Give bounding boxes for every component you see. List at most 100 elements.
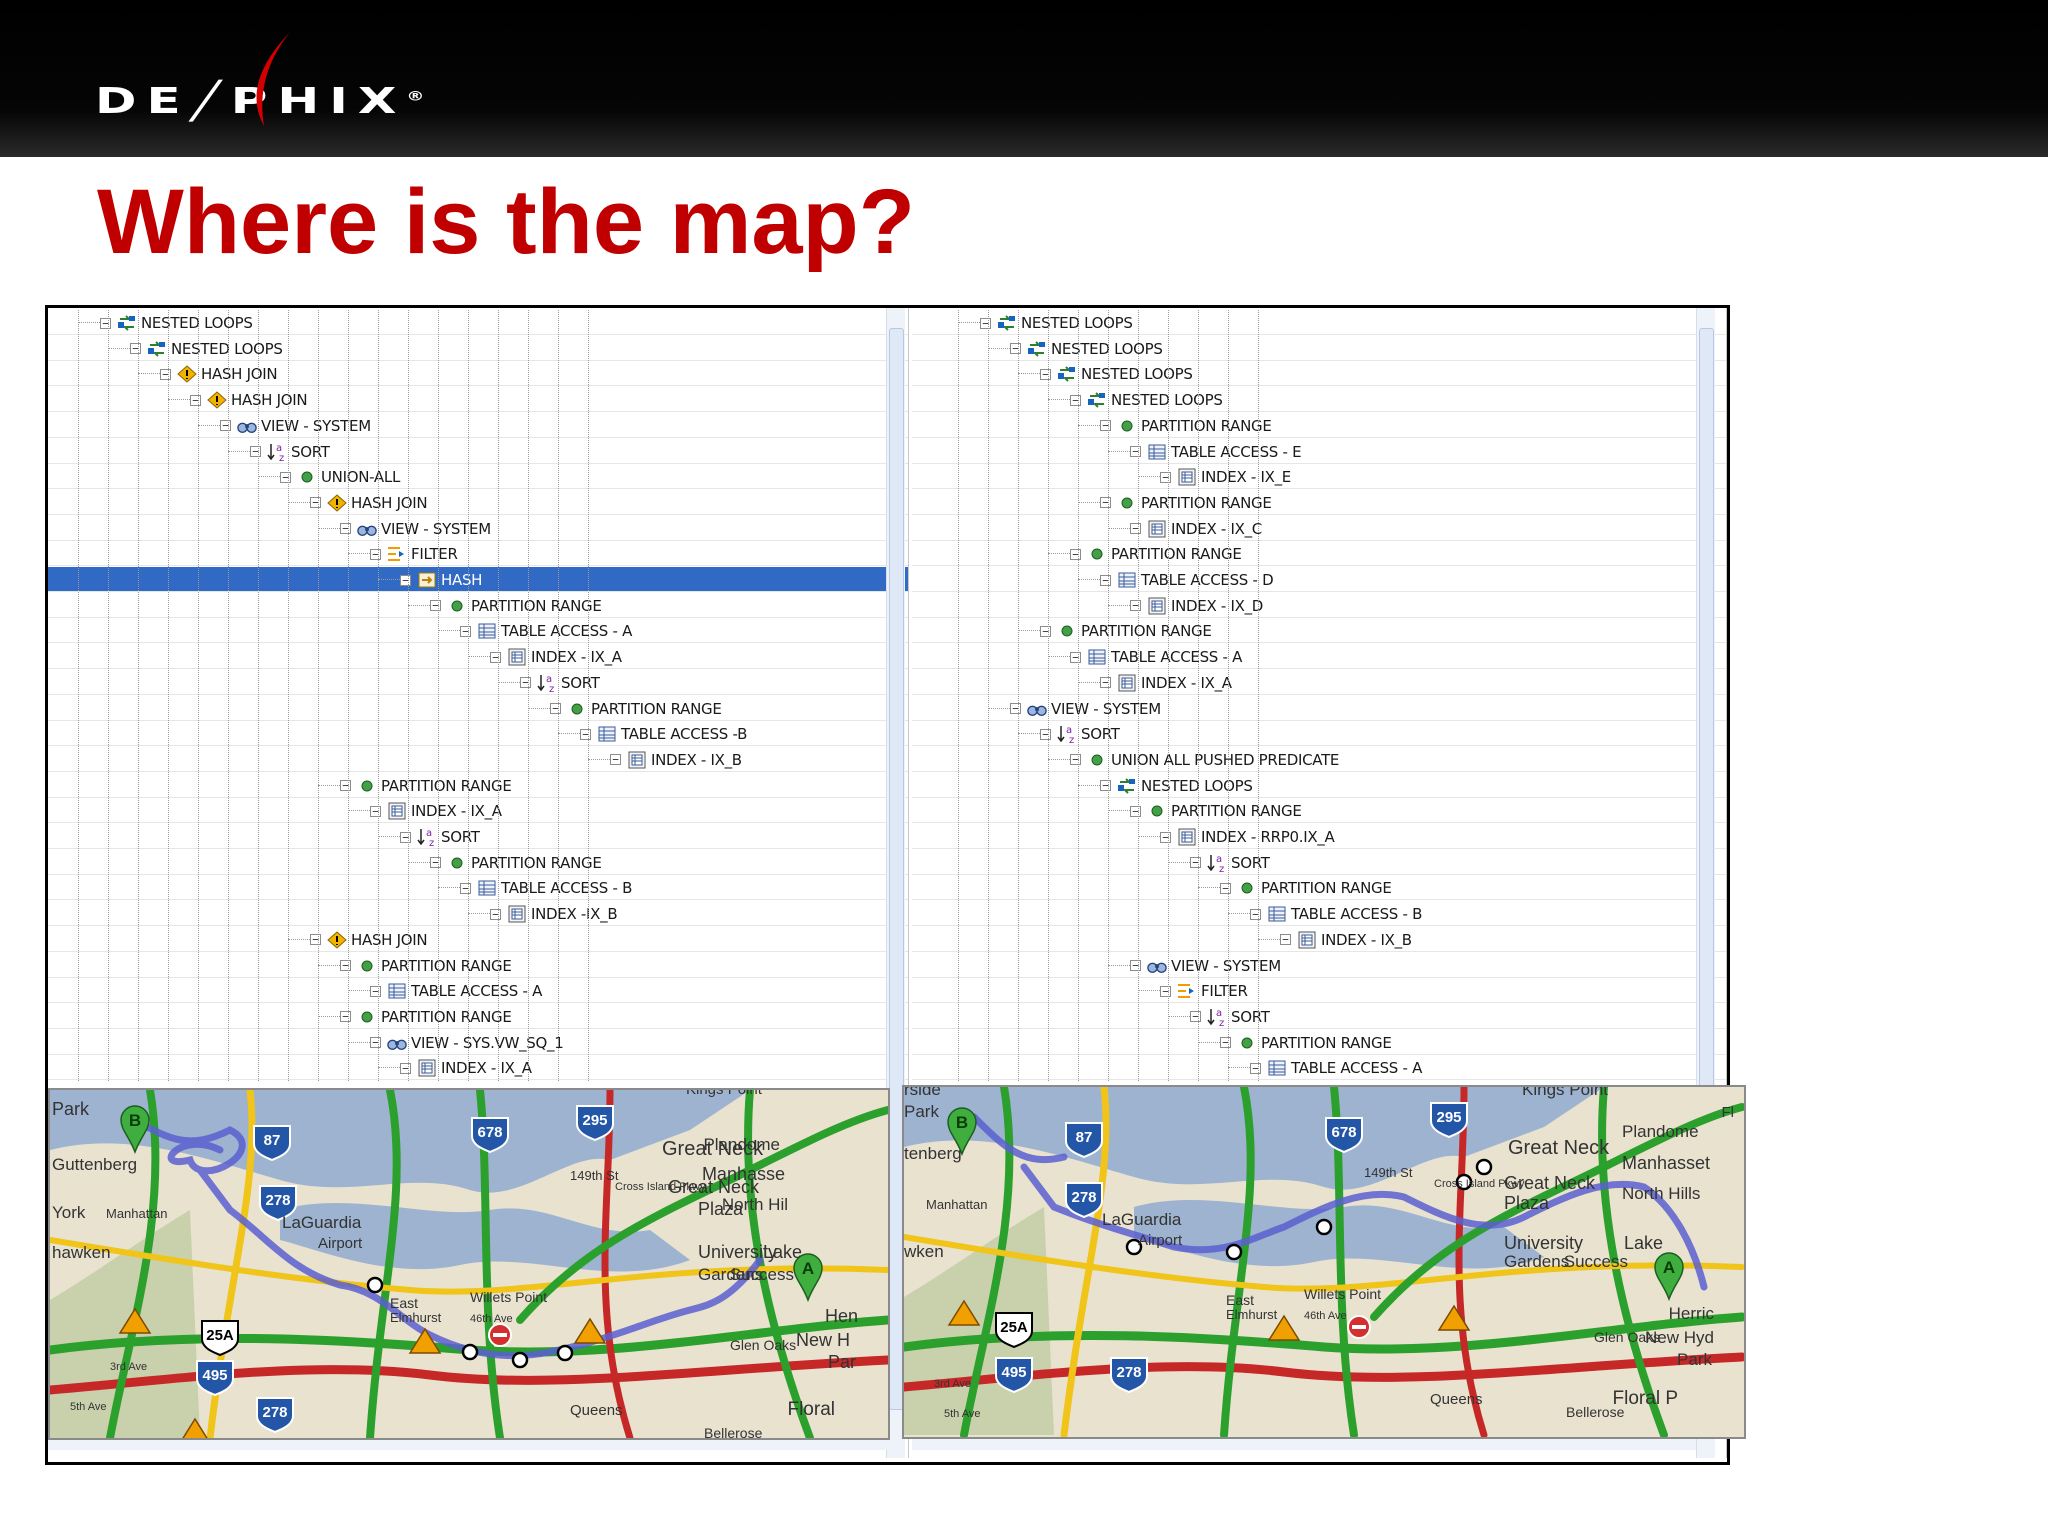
collapse-toggle-icon[interactable]: − [1040, 728, 1051, 740]
collapse-toggle-icon[interactable]: − [310, 497, 321, 509]
plan-row[interactable]: − TABLE ACCESS - A [912, 644, 1726, 670]
plan-row[interactable]: − HASH JOIN [48, 387, 908, 413]
collapse-toggle-icon[interactable]: − [1070, 754, 1081, 766]
plan-row[interactable]: − INDEX - IX_A [912, 670, 1726, 695]
plan-row[interactable]: − a z SORT [48, 439, 908, 464]
collapse-toggle-icon[interactable]: − [1250, 1062, 1261, 1074]
collapse-toggle-icon[interactable]: − [1190, 1011, 1201, 1023]
collapse-toggle-icon[interactable]: − [1040, 368, 1051, 380]
plan-row[interactable]: − NESTED LOOPS [912, 310, 1726, 335]
plan-row[interactable]: − INDEX - IX_C [912, 516, 1726, 541]
collapse-toggle-icon[interactable]: − [1160, 471, 1171, 483]
plan-node[interactable]: − VIEW - SYS.VW_SQ_1 [370, 1033, 564, 1053]
plan-node[interactable]: − PARTITION RANGE [1100, 493, 1272, 513]
collapse-toggle-icon[interactable]: − [340, 523, 351, 535]
plan-row[interactable]: − INDEX - RRP0.IX_A [912, 824, 1726, 849]
plan-node[interactable]: − INDEX - IX_B [610, 750, 742, 770]
plan-node[interactable]: − UNION-ALL [280, 467, 400, 487]
plan-row[interactable]: − INDEX - IX_B [912, 927, 1726, 952]
collapse-toggle-icon[interactable]: − [460, 625, 471, 637]
plan-node[interactable]: − PARTITION RANGE [550, 699, 722, 719]
plan-row[interactable]: − INDEX -IX_B [48, 901, 908, 927]
plan-node[interactable]: − INDEX - IX_A [370, 801, 502, 821]
plan-node[interactable]: − FILTER [370, 544, 458, 564]
collapse-toggle-icon[interactable]: − [1070, 394, 1081, 406]
plan-row[interactable]: − NESTED LOOPS [912, 336, 1726, 361]
plan-row[interactable]: − PARTITION RANGE [912, 541, 1726, 567]
plan-row[interactable]: − VIEW - SYSTEM [912, 696, 1726, 721]
plan-row[interactable]: − TABLE ACCESS - D [912, 567, 1726, 592]
plan-row[interactable]: − FILTER [48, 541, 908, 567]
collapse-toggle-icon[interactable]: − [310, 934, 321, 946]
collapse-toggle-icon[interactable]: − [1100, 497, 1111, 509]
collapse-toggle-icon[interactable]: − [1160, 985, 1171, 997]
plan-node[interactable]: − PARTITION RANGE [430, 596, 602, 616]
plan-row[interactable]: − HASH [48, 567, 908, 592]
plan-node[interactable]: − NESTED LOOPS [1040, 364, 1193, 384]
plan-row[interactable]: − TABLE ACCESS - B [48, 875, 908, 901]
collapse-toggle-icon[interactable]: − [1220, 1037, 1231, 1049]
plan-row[interactable]: − a z SORT [48, 670, 908, 695]
plan-node[interactable]: − NESTED LOOPS [980, 313, 1133, 333]
plan-node[interactable]: − PARTITION RANGE [1100, 416, 1272, 436]
plan-node[interactable]: − INDEX - IX_E [1160, 467, 1291, 487]
plan-node[interactable]: − INDEX - IX_A [490, 647, 622, 667]
plan-row[interactable]: − TABLE ACCESS - A [912, 1055, 1726, 1081]
collapse-toggle-icon[interactable]: − [340, 1011, 351, 1023]
plan-row[interactable]: − INDEX - IX_B [48, 747, 908, 772]
collapse-toggle-icon[interactable]: − [1130, 446, 1141, 457]
collapse-toggle-icon[interactable]: − [1130, 523, 1141, 535]
plan-node[interactable]: − HASH [400, 570, 482, 590]
plan-row[interactable]: − PARTITION RANGE [912, 798, 1726, 824]
plan-row[interactable]: − PARTITION RANGE [912, 413, 1726, 438]
collapse-toggle-icon[interactable]: − [1130, 805, 1141, 817]
plan-node[interactable]: − TABLE ACCESS -B [580, 724, 747, 744]
plan-row[interactable]: − VIEW - SYSTEM [48, 413, 908, 438]
plan-node[interactable]: − TABLE ACCESS - B [1250, 904, 1422, 924]
plan-row[interactable]: − HASH JOIN [48, 361, 908, 387]
collapse-toggle-icon[interactable]: − [1100, 420, 1111, 432]
collapse-toggle-icon[interactable]: − [1190, 857, 1201, 869]
plan-row[interactable]: − UNION-ALL [48, 464, 908, 490]
collapse-toggle-icon[interactable]: − [160, 368, 171, 380]
plan-row[interactable]: − HASH JOIN [48, 490, 908, 515]
plan-row[interactable]: − PARTITION RANGE [912, 1030, 1726, 1055]
collapse-toggle-icon[interactable]: − [490, 651, 501, 663]
plan-row[interactable]: − TABLE ACCESS - B [912, 901, 1726, 927]
plan-node[interactable]: − PARTITION RANGE [1070, 544, 1242, 564]
collapse-toggle-icon[interactable]: − [1070, 651, 1081, 663]
collapse-toggle-icon[interactable]: − [340, 780, 351, 792]
collapse-toggle-icon[interactable]: − [1130, 600, 1141, 612]
plan-node[interactable]: − PARTITION RANGE [1220, 878, 1392, 898]
collapse-toggle-icon[interactable]: − [130, 343, 141, 355]
collapse-toggle-icon[interactable]: − [1250, 908, 1261, 920]
collapse-toggle-icon[interactable]: − [370, 1037, 381, 1049]
plan-row[interactable]: − NESTED LOOPS [912, 773, 1726, 798]
plan-node[interactable]: − INDEX - IX_A [1100, 673, 1232, 693]
plan-row[interactable]: − a z SORT [48, 824, 908, 849]
plan-node[interactable]: − TABLE ACCESS - A [1250, 1058, 1422, 1078]
plan-row[interactable]: − VIEW - SYSTEM [48, 516, 908, 541]
collapse-toggle-icon[interactable]: − [400, 574, 411, 586]
collapse-toggle-icon[interactable]: − [1010, 703, 1021, 714]
collapse-toggle-icon[interactable]: − [520, 677, 531, 689]
plan-row[interactable]: − PARTITION RANGE [48, 593, 908, 618]
collapse-toggle-icon[interactable]: − [250, 446, 261, 457]
plan-node[interactable]: − INDEX -IX_B [490, 904, 618, 924]
plan-node[interactable]: − PARTITION RANGE [340, 956, 512, 976]
plan-node[interactable]: − FILTER [1160, 981, 1248, 1001]
plan-node[interactable]: − TABLE ACCESS - A [460, 621, 632, 641]
plan-row[interactable]: − INDEX - IX_D [912, 593, 1726, 618]
plan-node[interactable]: − INDEX - IX_D [1130, 596, 1263, 616]
collapse-toggle-icon[interactable]: − [1100, 677, 1111, 689]
plan-row[interactable]: − INDEX - IX_A [48, 798, 908, 824]
plan-node[interactable]: − PARTITION RANGE [340, 776, 512, 796]
plan-row[interactable]: − TABLE ACCESS - A [48, 978, 908, 1004]
collapse-toggle-icon[interactable]: − [490, 908, 501, 920]
plan-row[interactable]: − FILTER [912, 978, 1726, 1004]
plan-node[interactable]: − TABLE ACCESS - A [370, 981, 542, 1001]
plan-node[interactable]: − INDEX - IX_A [400, 1058, 532, 1078]
collapse-toggle-icon[interactable]: − [550, 703, 561, 714]
plan-row[interactable]: − a z SORT [912, 721, 1726, 747]
plan-node[interactable]: − TABLE ACCESS - E [1130, 442, 1302, 462]
